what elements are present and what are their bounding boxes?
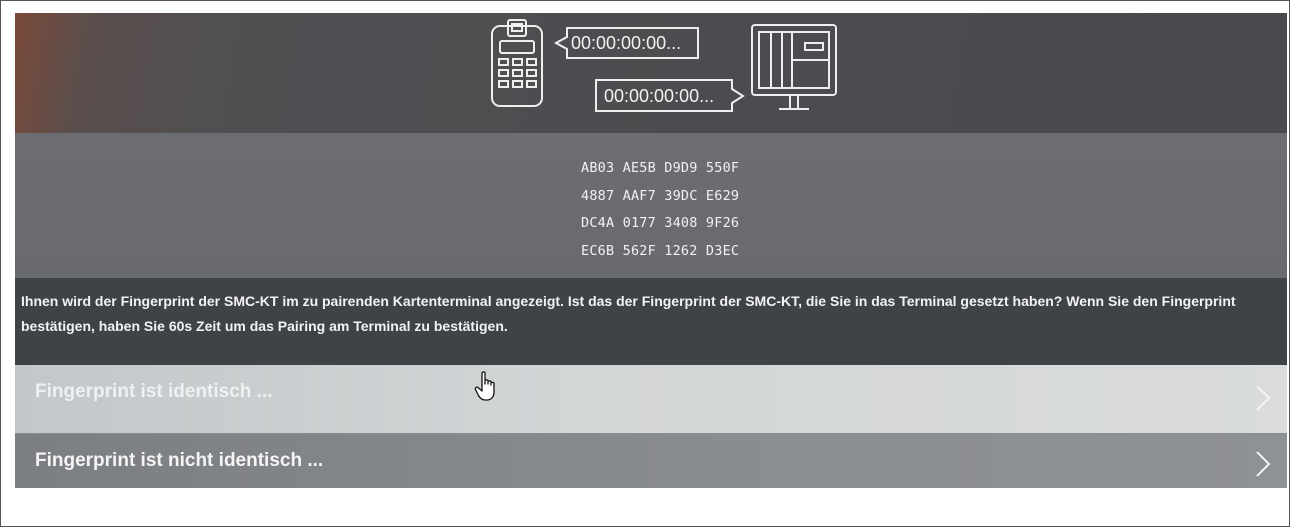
- option-fingerprint-not-identical[interactable]: Fingerprint ist nicht identisch ...: [15, 434, 1287, 488]
- card-terminal-icon: [491, 19, 543, 107]
- description-text: Ihnen wird der Fingerprint der SMC-KT im…: [21, 293, 1236, 334]
- fingerprint-line: AB03 AE5B D9D9 550F: [581, 160, 740, 176]
- fingerprint-line: DC4A 0177 3408 9F26: [581, 215, 740, 231]
- fingerprint-line: EC6B 562F 1262 D3EC: [581, 242, 740, 259]
- hand-pointer-icon: [474, 371, 495, 401]
- option-fingerprint-identical[interactable]: Fingerprint ist identisch ...: [15, 365, 1287, 434]
- option-label: Fingerprint ist nicht identisch ...: [35, 450, 324, 471]
- photo-frame: 00:00:00:00... 00:00:00:00... AB03 AE5B …: [0, 0, 1290, 527]
- monitor-icon: [751, 24, 837, 110]
- time-code-top: 00:00:00:00...: [571, 33, 681, 53]
- fingerprint-code: AB03 AE5B D9D9 550F 4887 AAF7 39DC E629 …: [581, 155, 739, 265]
- pairing-screen: 00:00:00:00... 00:00:00:00... AB03 AE5B …: [15, 13, 1287, 488]
- pairing-illustration: 00:00:00:00... 00:00:00:00...: [15, 13, 1287, 133]
- chevron-right-icon: [1256, 385, 1271, 411]
- option-label: Fingerprint ist identisch ...: [35, 381, 273, 402]
- time-code-bottom: 00:00:00:00...: [604, 86, 714, 106]
- fingerprint-line: 4887 AAF7 39DC E629: [581, 187, 740, 204]
- chevron-right-icon: [1256, 451, 1271, 477]
- fingerprint-panel: AB03 AE5B D9D9 550F 4887 AAF7 39DC E629 …: [15, 133, 1287, 278]
- description-panel: Ihnen wird der Fingerprint der SMC-KT im…: [15, 278, 1287, 365]
